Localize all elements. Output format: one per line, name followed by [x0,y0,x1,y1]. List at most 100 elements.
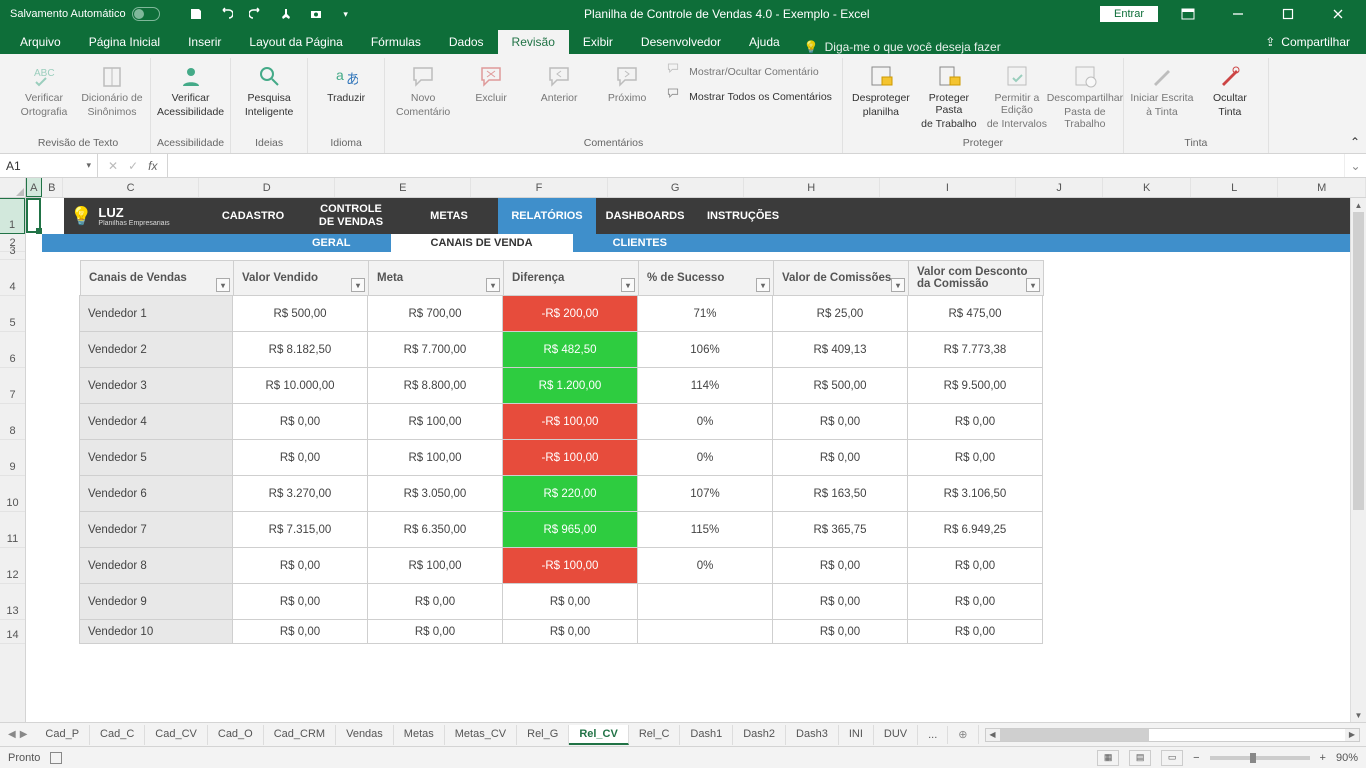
expand-formula-icon[interactable]: ⌄ [1344,154,1366,177]
name-box-dropdown-icon[interactable]: ▾ [86,160,91,171]
row-header-5[interactable]: 5 [0,296,25,332]
col-diferen-a[interactable]: Diferença▾ [503,260,639,296]
row-header-3[interactable]: 3 [0,252,25,260]
macro-record-icon[interactable] [50,752,62,764]
redo-icon[interactable] [248,6,264,22]
tab-p-gina-inicial[interactable]: Página Inicial [75,30,174,54]
cell[interactable]: R$ 0,00 [907,403,1043,440]
vertical-scrollbar[interactable]: ▲ ▼ [1350,198,1366,722]
row-header-8[interactable]: 8 [0,404,25,440]
cell[interactable]: R$ 10.000,00 [232,367,368,404]
cell[interactable]: R$ 0,00 [772,583,908,620]
cell[interactable]: R$ 8.800,00 [367,367,503,404]
row-header-13[interactable]: 13 [0,584,25,620]
sign-in-button[interactable]: Entrar [1100,6,1158,22]
sheet-tab-duv[interactable]: DUV [874,725,918,745]
ribbon-dicion-rio-de-button[interactable]: Dicionário deSinônimos [80,58,144,118]
cell[interactable]: R$ 500,00 [772,367,908,404]
ribbon-verificar-button[interactable]: ABCVerificarOrtografia [12,58,76,118]
subnav-canais-de-venda[interactable]: CANAIS DE VENDA [391,234,573,252]
cell[interactable]: R$ 8.182,50 [232,331,368,368]
cell[interactable]: 71% [637,295,773,332]
column-header-L[interactable]: L [1191,178,1279,197]
scroll-down-icon[interactable]: ▼ [1351,708,1366,722]
tab-ajuda[interactable]: Ajuda [735,30,794,54]
cell[interactable]: -R$ 100,00 [502,439,638,476]
cell[interactable]: Vendedor 10 [79,619,233,644]
sheet-nav-next-icon[interactable]: ▶ [20,729,28,740]
save-icon[interactable] [188,6,204,22]
cell[interactable]: R$ 7.773,38 [907,331,1043,368]
minimize-button[interactable] [1218,0,1258,28]
tab-desenvolvedor[interactable]: Desenvolvedor [627,30,735,54]
cell[interactable]: 115% [637,511,773,548]
cell[interactable]: R$ 3.270,00 [232,475,368,512]
tab-layout-da-p-gina[interactable]: Layout da Página [235,30,356,54]
cell[interactable]: Vendedor 3 [79,367,233,404]
col-meta[interactable]: Meta▾ [368,260,504,296]
ribbon-traduzir-button[interactable]: aあTraduzir [314,58,378,104]
cell[interactable]: Vendedor 2 [79,331,233,368]
horizontal-scrollbar[interactable]: ◀ ▶ [985,728,1361,742]
cell[interactable]: Vendedor 6 [79,475,233,512]
cell[interactable]: 0% [637,403,773,440]
cell[interactable]: R$ 0,00 [907,583,1043,620]
sheet-tab-vendas[interactable]: Vendas [336,725,394,745]
column-header-I[interactable]: I [880,178,1016,197]
sheet-tab-cad_crm[interactable]: Cad_CRM [264,725,336,745]
cell[interactable]: R$ 409,13 [772,331,908,368]
select-all-cell[interactable] [0,178,26,198]
cell[interactable]: R$ 0,00 [367,583,503,620]
column-header-C[interactable]: C [63,178,199,197]
filter-icon[interactable]: ▾ [621,278,635,292]
cell[interactable]: R$ 6.350,00 [367,511,503,548]
tab-f-rmulas[interactable]: Fórmulas [357,30,435,54]
cell[interactable]: Vendedor 1 [79,295,233,332]
sheet-tab-rel_c[interactable]: Rel_C [629,725,681,745]
column-header-A[interactable]: A [26,178,42,197]
cell[interactable]: -R$ 200,00 [502,295,638,332]
camera-icon[interactable] [308,6,324,22]
cell[interactable]: R$ 7.315,00 [232,511,368,548]
subnav-clientes[interactable]: CLIENTES [573,234,707,252]
cell[interactable]: R$ 0,00 [907,547,1043,584]
nav-cadastro[interactable]: CADASTRO [204,198,302,234]
cell[interactable]: R$ 0,00 [907,619,1043,644]
column-header-K[interactable]: K [1103,178,1191,197]
col-canais-de-vendas[interactable]: Canais de Vendas▾ [80,260,234,296]
cell[interactable]: R$ 100,00 [367,439,503,476]
ribbon-ocultar-button[interactable]: OcultarTinta [1198,58,1262,118]
row-header-9[interactable]: 9 [0,440,25,476]
cell[interactable]: 114% [637,367,773,404]
row-header-6[interactable]: 6 [0,332,25,368]
filter-icon[interactable]: ▾ [1026,278,1040,292]
ribbon-options-icon[interactable] [1168,0,1208,28]
cell[interactable]: R$ 700,00 [367,295,503,332]
cell[interactable]: -R$ 100,00 [502,403,638,440]
share-button[interactable]: ⇪Compartilhar [1249,30,1366,54]
sheet-tab-cad_cv[interactable]: Cad_CV [145,725,208,745]
cell[interactable]: R$ 6.949,25 [907,511,1043,548]
filter-icon[interactable]: ▾ [486,278,500,292]
ribbon-mostrar-ocultar-coment-rio-button[interactable]: 24">Mostrar/Ocultar Comentário [663,60,836,83]
cell[interactable]: R$ 0,00 [502,583,638,620]
scroll-up-icon[interactable]: ▲ [1351,198,1366,212]
row-header-12[interactable]: 12 [0,548,25,584]
row-header-1[interactable]: 1 [0,198,25,234]
ribbon-pr-ximo-button[interactable]: Próximo [595,58,659,104]
column-header-H[interactable]: H [744,178,880,197]
cell[interactable]: R$ 482,50 [502,331,638,368]
cell[interactable]: R$ 100,00 [367,403,503,440]
column-header-D[interactable]: D [199,178,335,197]
cell[interactable]: Vendedor 9 [79,583,233,620]
column-header-J[interactable]: J [1016,178,1104,197]
cell[interactable]: R$ 0,00 [772,403,908,440]
cell[interactable]: R$ 0,00 [772,619,908,644]
cell[interactable]: R$ 3.106,50 [907,475,1043,512]
tab-inserir[interactable]: Inserir [174,30,235,54]
cell[interactable] [637,619,773,644]
cell[interactable]: R$ 3.050,00 [367,475,503,512]
new-sheet-button[interactable]: ⊕ [948,725,978,744]
nav-metas[interactable]: METAS [400,198,498,234]
touch-mode-icon[interactable] [278,6,294,22]
